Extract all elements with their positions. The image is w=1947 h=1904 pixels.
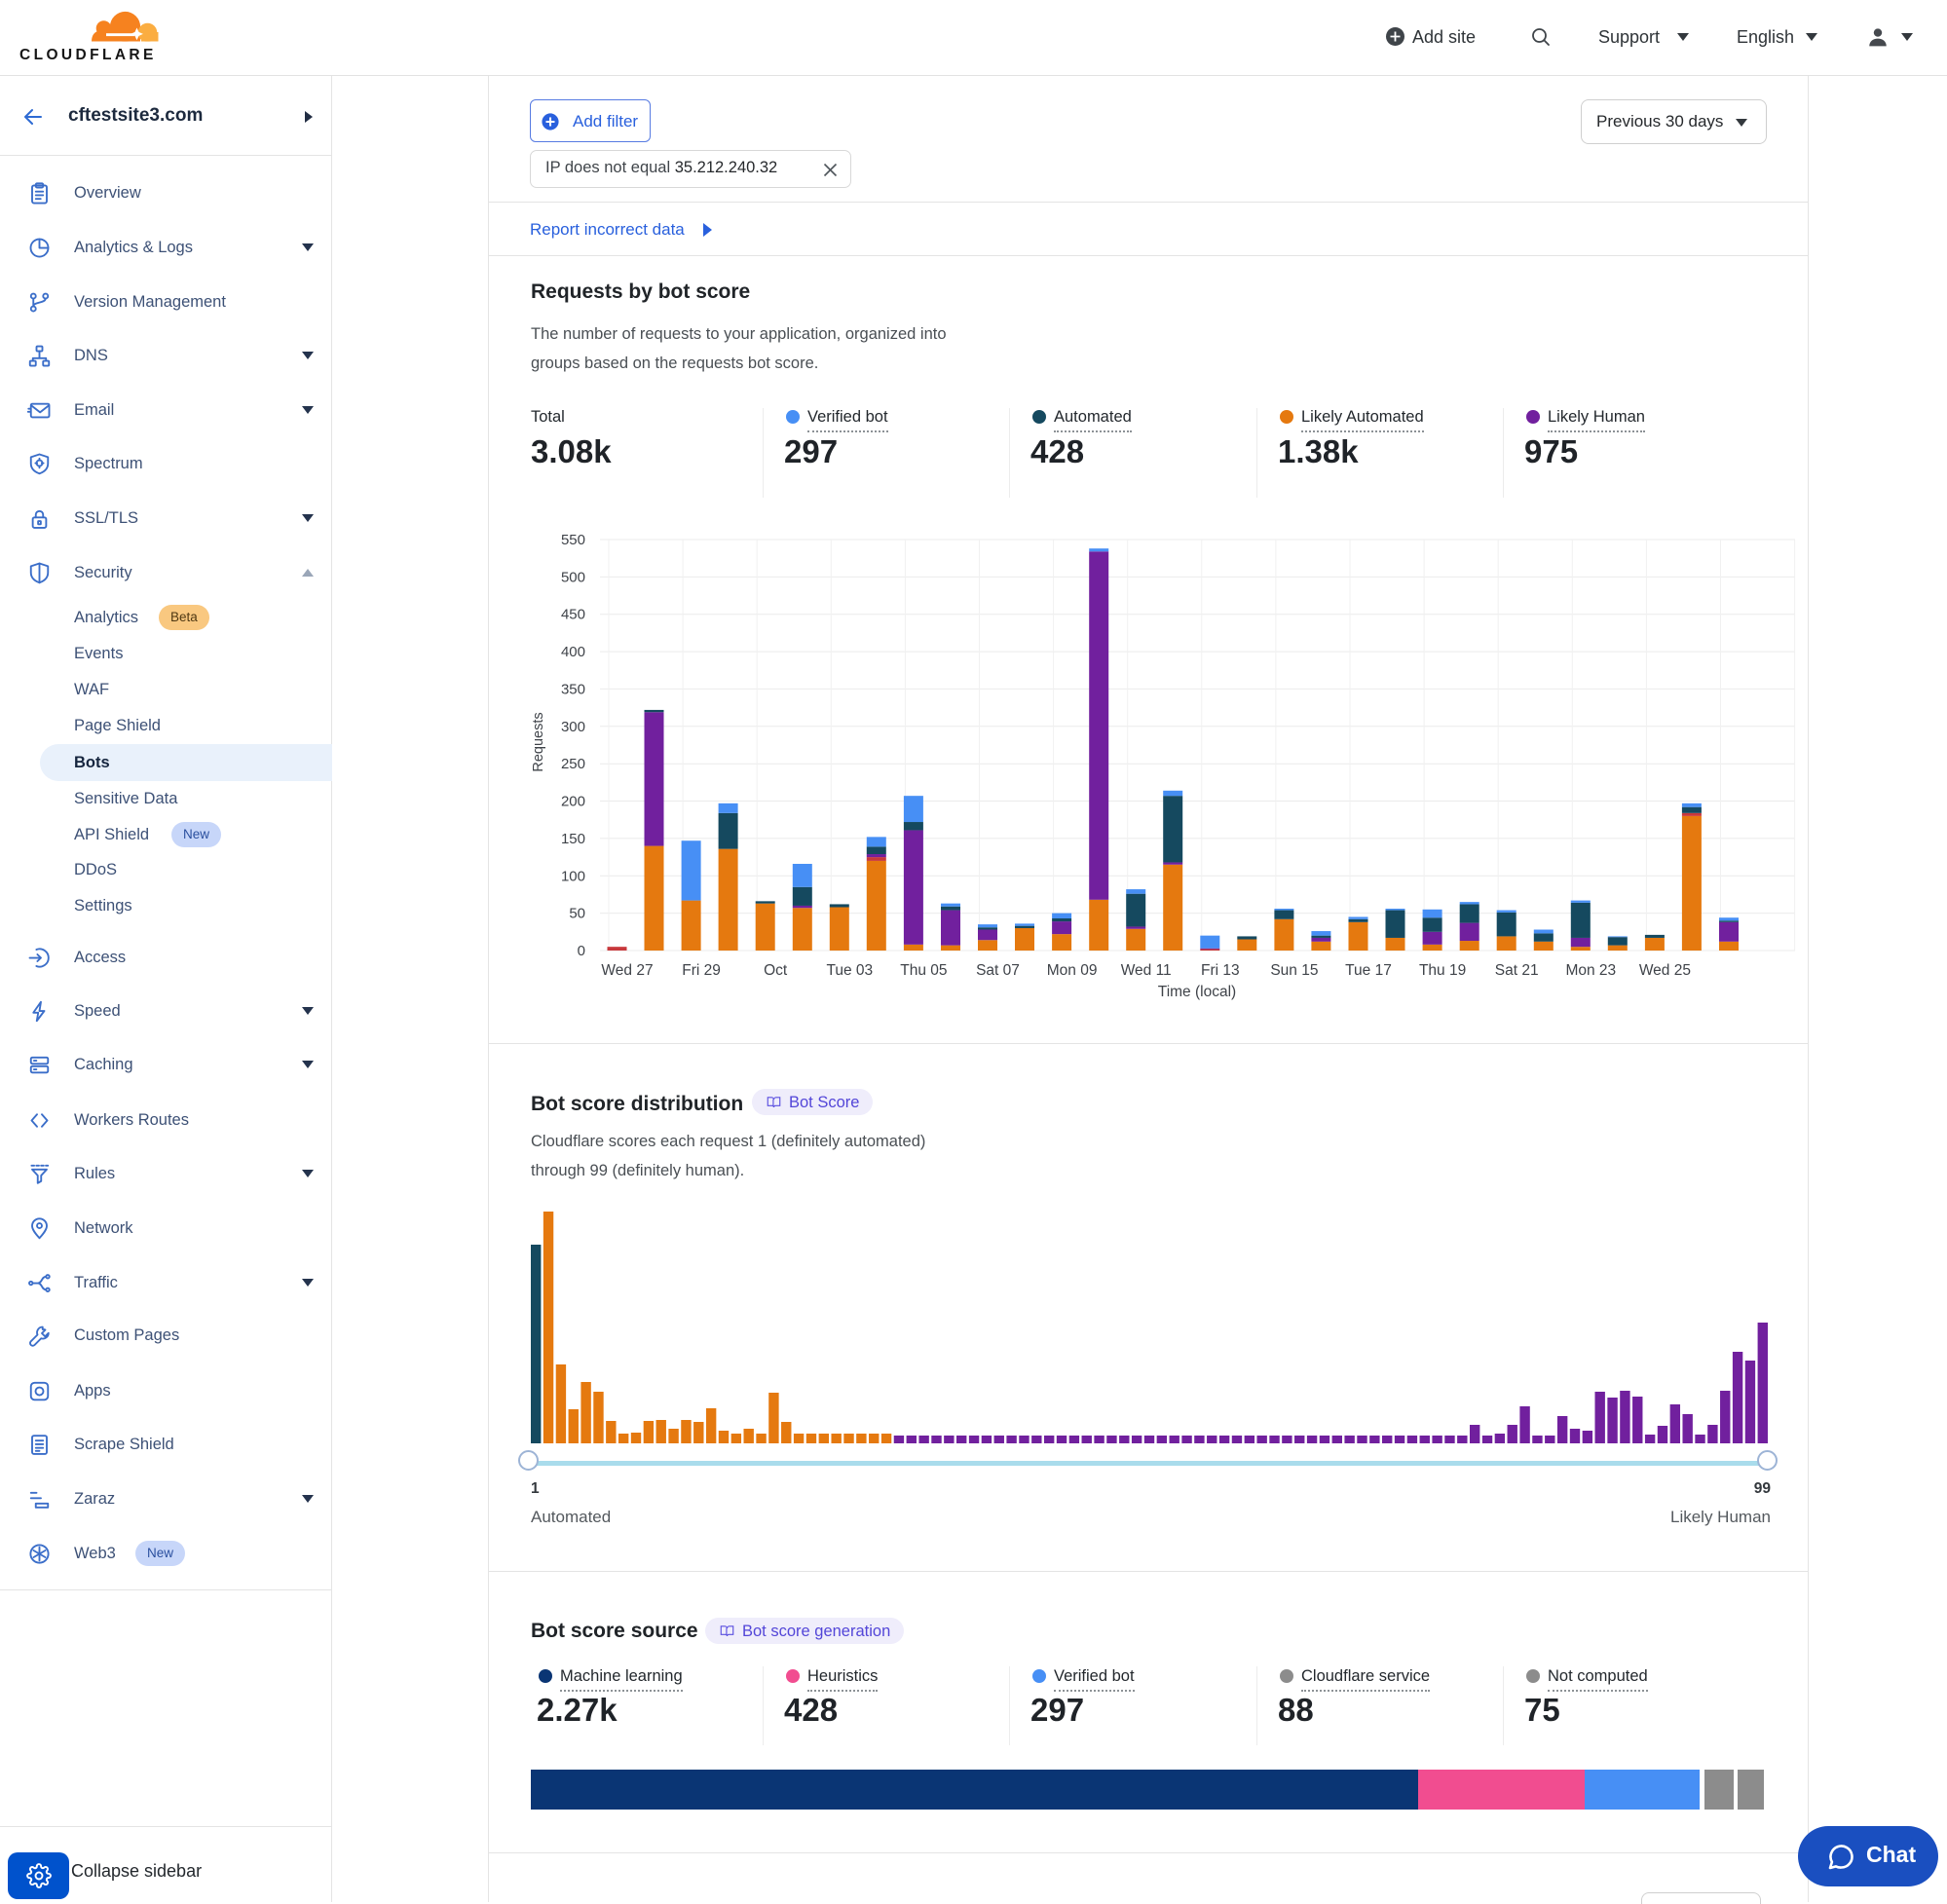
svg-text:200: 200: [561, 794, 585, 810]
svg-text:Fri 29: Fri 29: [682, 962, 721, 979]
svg-text:300: 300: [561, 719, 585, 735]
svg-text:Requests: Requests: [531, 712, 546, 771]
svg-text:CLOUDFLARE: CLOUDFLARE: [19, 47, 157, 63]
svg-text:Thu 05: Thu 05: [900, 962, 947, 979]
svg-text:Mon 09: Mon 09: [1047, 962, 1098, 979]
svg-text:500: 500: [561, 569, 585, 585]
svg-text:50: 50: [569, 906, 585, 922]
svg-text:Mon 23: Mon 23: [1565, 962, 1616, 979]
svg-text:Sat 21: Sat 21: [1495, 962, 1539, 979]
svg-text:Wed 25: Wed 25: [1639, 962, 1691, 979]
svg-text:Tue 03: Tue 03: [826, 962, 873, 979]
svg-text:Wed 27: Wed 27: [601, 962, 653, 979]
svg-text:350: 350: [561, 681, 585, 697]
svg-text:Thu 19: Thu 19: [1419, 962, 1466, 979]
svg-text:450: 450: [561, 607, 585, 623]
svg-text:550: 550: [561, 532, 585, 548]
svg-text:Sun 15: Sun 15: [1270, 962, 1318, 979]
svg-text:250: 250: [561, 756, 585, 772]
svg-text:Sat 07: Sat 07: [976, 962, 1020, 979]
svg-text:Wed 11: Wed 11: [1121, 962, 1172, 979]
svg-text:400: 400: [561, 644, 585, 660]
svg-text:100: 100: [561, 868, 585, 884]
svg-text:Oct: Oct: [764, 962, 788, 979]
svg-text:150: 150: [561, 831, 585, 847]
svg-text:Time (local): Time (local): [1158, 984, 1236, 1000]
svg-text:Fri 13: Fri 13: [1201, 962, 1240, 979]
svg-text:0: 0: [578, 943, 585, 959]
svg-text:Tue 17: Tue 17: [1345, 962, 1392, 979]
